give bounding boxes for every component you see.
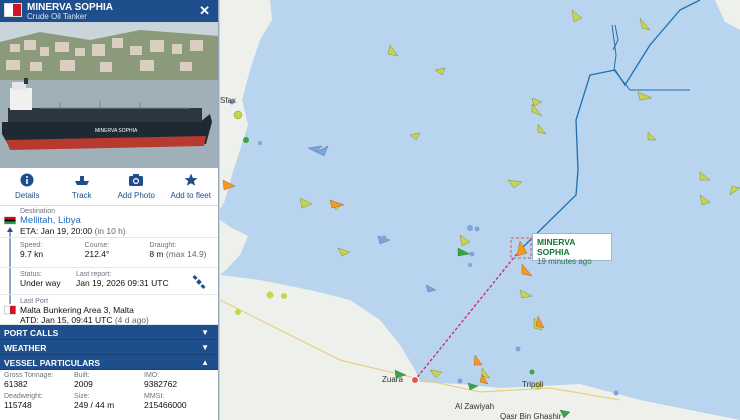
vessel-panel: MINERVA SOPHIA Crude Oil Tanker ✕ MINERV… <box>0 0 219 420</box>
size-label: Size: <box>74 393 90 400</box>
vessel-type: Crude Oil Tanker <box>27 12 87 21</box>
last-report-label: Last report: <box>76 271 112 278</box>
place-tripoli: Tripoli <box>522 380 544 389</box>
map-label-age: 19 minutes ago <box>537 257 592 266</box>
atd-relative: (4 d ago) <box>114 315 149 325</box>
speed-section: Speed: 9.7 kn Course: 212.4° Draught: 8 … <box>0 238 218 268</box>
camera-icon <box>129 174 144 186</box>
draught-max: (max 14.9) <box>165 249 207 259</box>
add-to-fleet-button[interactable]: Add to fleet <box>164 168 219 205</box>
imo-label: IMO: <box>144 372 160 379</box>
status-value: Under way <box>20 278 61 288</box>
speed-value: 9.7 kn <box>20 249 44 259</box>
star-icon <box>184 173 198 186</box>
particulars-row-1: Gross Tonnage: 61382 Built: 2009 IMO: 93… <box>0 370 218 390</box>
draught-label: Draught: <box>149 242 177 249</box>
add-photo-label: Add Photo <box>117 191 155 200</box>
chevron-up-icon: ▲ <box>201 358 209 367</box>
map-canvas[interactable] <box>220 0 740 420</box>
hull-name-text: MINERVA SOPHIA <box>95 128 138 134</box>
draught-value: 8 m <box>149 249 164 259</box>
map-label-name: MINERVA SOPHIA <box>537 237 576 257</box>
gross-tonnage-label: Gross Tonnage: <box>4 372 54 379</box>
status-label: Status: <box>20 271 42 278</box>
vessel-photo[interactable]: MINERVA SOPHIA <box>0 22 218 168</box>
place-zuara: Zuara <box>382 375 403 384</box>
mmsi-label: MMSI: <box>144 393 165 400</box>
deadweight-label: Deadweight: <box>4 393 43 400</box>
ship-icon <box>74 176 89 185</box>
close-icon[interactable]: ✕ <box>199 3 210 19</box>
atd-label: ATD: <box>20 315 39 325</box>
map-view[interactable]: Zuara Tripoli Al Zawiyah Qasr Bin Ghashi… <box>220 0 740 420</box>
eta-value: Jan 19, 20:00 <box>40 226 93 236</box>
port-calls-label: PORT CALLS <box>4 328 59 338</box>
weather-bar[interactable]: WEATHER ▼ <box>0 340 218 355</box>
last-report-value: Jan 19, 2026 09:31 UTC <box>76 278 169 288</box>
weather-label: WEATHER <box>4 343 47 353</box>
action-bar: Details Track Add Photo Add to fleet <box>0 168 218 206</box>
chevron-down-icon: ▼ <box>201 343 209 352</box>
eta-label: ETA: <box>20 226 39 236</box>
course-value: 212.4° <box>84 249 110 259</box>
course-label: Course: <box>84 242 110 249</box>
place-qasr-bin-ghashir: Qasr Bin Ghashir <box>500 412 562 420</box>
destination-label: Destination <box>20 208 56 215</box>
destination-port-link[interactable]: Mellitah, Libya <box>20 215 81 226</box>
place-zawiyah: Al Zawiyah <box>455 402 495 411</box>
add-photo-button[interactable]: Add Photo <box>109 168 164 205</box>
size-value: 249 / 44 m <box>74 400 115 410</box>
vessel-map-label[interactable]: MINERVA SOPHIA 19 minutes ago <box>532 233 612 266</box>
track-label: Track <box>71 191 92 200</box>
add-to-fleet-label: Add to fleet <box>170 191 211 200</box>
destination-marker-icon[interactable] <box>411 376 419 384</box>
atd-value: Jan 15, 09:41 UTC <box>41 315 113 325</box>
built-value: 2009 <box>74 379 93 389</box>
last-port-section: Last Port Malta Bunkering Area 3, Malta … <box>0 295 218 325</box>
details-label: Details <box>15 191 40 200</box>
imo-value: 9382762 <box>144 379 178 389</box>
voyage-info: Destination Mellitah, Libya ETA: Jan 19,… <box>0 206 218 325</box>
vessel-header: MINERVA SOPHIA Crude Oil Tanker ✕ <box>0 0 218 22</box>
chevron-down-icon: ▼ <box>201 328 209 337</box>
malta-flag-icon <box>4 3 22 17</box>
place-sfax: Sfax <box>220 96 237 105</box>
last-port-label: Last Port <box>20 298 49 305</box>
deadweight-value: 115748 <box>4 400 32 410</box>
info-icon <box>20 173 34 187</box>
particulars-label: VESSEL PARTICULARS <box>4 358 101 368</box>
status-section: Status: Under way Last report: Jan 19, 2… <box>0 268 218 295</box>
mmsi-value: 215466000 <box>144 400 187 410</box>
port-calls-bar[interactable]: PORT CALLS ▼ <box>0 325 218 340</box>
track-button[interactable]: Track <box>55 168 110 205</box>
last-port-value[interactable]: Malta Bunkering Area 3, Malta <box>20 305 214 315</box>
eta-relative: (in 10 h) <box>94 226 126 236</box>
details-button[interactable]: Details <box>0 168 55 205</box>
built-label: Built: <box>74 372 90 379</box>
gross-tonnage-value: 61382 <box>4 379 28 389</box>
speed-label: Speed: <box>20 242 43 249</box>
satellite-icon <box>192 275 206 289</box>
destination-section: Destination Mellitah, Libya ETA: Jan 19,… <box>0 206 218 238</box>
particulars-row-2: Deadweight: 115748 Size: 249 / 44 m MMSI… <box>0 390 218 411</box>
vessel-particulars-bar[interactable]: VESSEL PARTICULARS ▲ <box>0 355 218 370</box>
